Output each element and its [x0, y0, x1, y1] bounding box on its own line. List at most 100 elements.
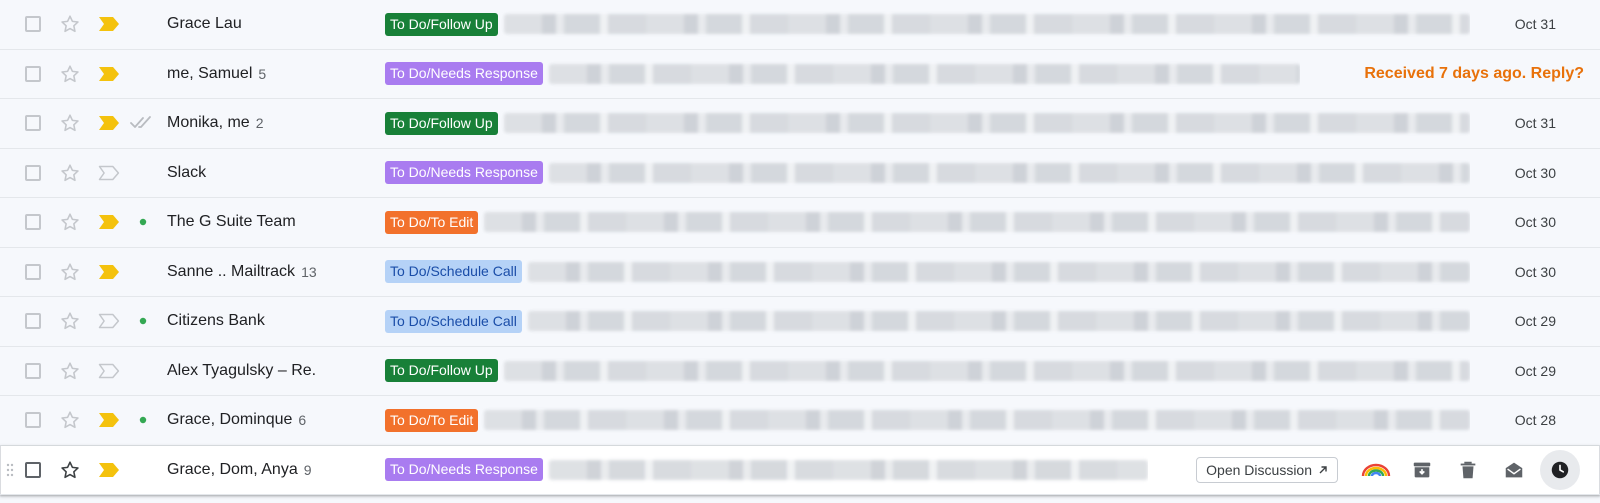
email-row[interactable]: Grace, Dom, Anya 9 To Do/Needs Response Ope… [0, 445, 1600, 495]
date-text: Oct 30 [1514, 214, 1556, 231]
email-row[interactable]: Monika, me 2 To Do/Follow Up Oct 31 [0, 99, 1600, 149]
thread-count: 5 [258, 65, 267, 82]
email-row[interactable]: Sanne .. Mailtrack 13 To Do/Schedule Call O… [0, 247, 1600, 297]
importance-marker-icon[interactable] [97, 248, 121, 297]
star-icon[interactable] [58, 149, 82, 198]
importance-marker-icon[interactable] [97, 446, 121, 495]
label-chip[interactable]: To Do/To Edit [385, 408, 479, 432]
email-row[interactable]: Grace Lau To Do/Follow Up Oct 31 [0, 0, 1600, 50]
rainbow-icon[interactable] [1356, 450, 1396, 490]
subject-line[interactable]: To Do/To Edit [385, 198, 1470, 247]
subject-line[interactable]: To Do/Follow Up [385, 347, 1470, 396]
select-checkbox[interactable] [22, 248, 44, 297]
date-text: Oct 31 [1514, 115, 1556, 132]
subject-line[interactable]: To Do/Needs Response [385, 446, 1148, 495]
email-row[interactable]: Citizens Bank To Do/Schedule Call Oct 29 [0, 297, 1600, 347]
select-checkbox[interactable] [22, 99, 44, 148]
label-chip[interactable]: To Do/Follow Up [385, 111, 498, 135]
importance-marker-icon[interactable] [97, 297, 121, 346]
subject-line[interactable]: To Do/Schedule Call [385, 297, 1470, 346]
importance-marker-icon[interactable] [97, 198, 121, 247]
email-row[interactable]: The G Suite Team To Do/To Edit Oct 30 [0, 198, 1600, 248]
blurred-snippet [503, 360, 1470, 381]
select-checkbox[interactable] [22, 50, 44, 99]
thread-count: 9 [303, 461, 312, 478]
sender-name: me, Samuel 5 [167, 64, 267, 82]
subject-line[interactable]: To Do/Needs Response [385, 50, 1300, 99]
label-chip[interactable]: To Do/Follow Up [385, 12, 498, 36]
select-checkbox[interactable] [22, 0, 44, 49]
label-chip[interactable]: To Do/Needs Response [385, 62, 543, 86]
blurred-snippet [503, 14, 1470, 35]
select-checkbox[interactable] [22, 198, 44, 247]
blurred-snippet [484, 212, 1470, 233]
label-chip[interactable]: To Do/Schedule Call [385, 260, 522, 284]
label-chip[interactable]: To Do/To Edit [385, 210, 479, 234]
blurred-snippet [548, 63, 1300, 84]
blurred-snippet [548, 459, 1148, 480]
email-row[interactable]: Alex Tyagulsky – Re. To Do/Follow Up Oct 2… [0, 346, 1600, 396]
email-row[interactable]: Slack To Do/Needs Response Oct 30 [0, 148, 1600, 198]
double-check-icon [130, 99, 156, 148]
label-chip[interactable]: To Do/Needs Response [385, 161, 543, 185]
importance-marker-icon[interactable] [97, 0, 121, 49]
sender-name: Monika, me 2 [167, 114, 264, 132]
sender-name: Sanne .. Mailtrack 13 [167, 262, 317, 280]
subject-line[interactable]: To Do/Needs Response [385, 149, 1470, 198]
thread-count: 13 [301, 263, 317, 280]
star-icon[interactable] [58, 198, 82, 247]
green-dot-icon [130, 396, 156, 445]
drag-handle-icon[interactable] [4, 446, 16, 495]
select-checkbox[interactable] [22, 446, 44, 495]
sender-name: Grace, Dominque 6 [167, 411, 307, 429]
sender-name: Grace, Dom, Anya 9 [167, 460, 312, 478]
star-icon[interactable] [58, 50, 82, 99]
thread-count: 6 [298, 412, 307, 429]
star-icon[interactable] [58, 396, 82, 445]
sender-name: Alex Tyagulsky – Re. [167, 361, 317, 379]
select-checkbox[interactable] [22, 149, 44, 198]
archive-icon[interactable] [1402, 450, 1442, 490]
star-icon[interactable] [58, 99, 82, 148]
star-icon[interactable] [58, 347, 82, 396]
date-text: Oct 30 [1514, 164, 1556, 181]
delete-icon[interactable] [1448, 450, 1488, 490]
sender-name: Citizens Bank [167, 312, 265, 330]
select-checkbox[interactable] [22, 347, 44, 396]
importance-marker-icon[interactable] [97, 50, 121, 99]
importance-marker-icon[interactable] [97, 99, 121, 148]
snooze-icon[interactable] [1540, 449, 1580, 490]
importance-marker-icon[interactable] [97, 149, 121, 198]
date-text: Oct 29 [1514, 313, 1556, 330]
subject-line[interactable]: To Do/Follow Up [385, 99, 1470, 148]
label-chip[interactable]: To Do/Follow Up [385, 359, 498, 383]
select-checkbox[interactable] [22, 297, 44, 346]
label-chip[interactable]: To Do/Schedule Call [385, 309, 522, 333]
subject-line[interactable]: To Do/To Edit [385, 396, 1470, 445]
importance-marker-icon[interactable] [97, 396, 121, 445]
email-row[interactable]: Grace, Dominque 6 To Do/To Edit Oct 28 [0, 396, 1600, 446]
label-chip[interactable]: To Do/Needs Response [385, 458, 543, 482]
blurred-snippet [548, 162, 1470, 183]
star-icon[interactable] [58, 248, 82, 297]
select-checkbox[interactable] [22, 396, 44, 445]
subject-line[interactable]: To Do/Follow Up [385, 0, 1470, 49]
reply-reminder: Received 7 days ago. Reply? [1364, 64, 1584, 82]
star-icon[interactable] [58, 446, 82, 495]
subject-line[interactable]: To Do/Schedule Call [385, 248, 1470, 297]
email-list: Grace Lau To Do/Follow Up Oct 31 me, Samuel… [0, 0, 1600, 495]
mark-unread-icon[interactable] [1494, 450, 1534, 490]
sender-name: Grace Lau [167, 15, 242, 33]
importance-marker-icon[interactable] [97, 347, 121, 396]
green-dot-icon [130, 198, 156, 247]
date-text: Oct 29 [1514, 362, 1556, 379]
sender-name: The G Suite Team [167, 213, 296, 231]
email-row[interactable]: me, Samuel 5 To Do/Needs Response Received … [0, 49, 1600, 99]
star-icon[interactable] [58, 0, 82, 49]
open-discussion-button[interactable]: Open Discussion [1196, 456, 1338, 483]
blurred-snippet [503, 113, 1470, 134]
star-icon[interactable] [58, 297, 82, 346]
thread-count: 2 [255, 115, 264, 132]
blurred-snippet [484, 410, 1470, 431]
sender-name: Slack [167, 163, 207, 181]
